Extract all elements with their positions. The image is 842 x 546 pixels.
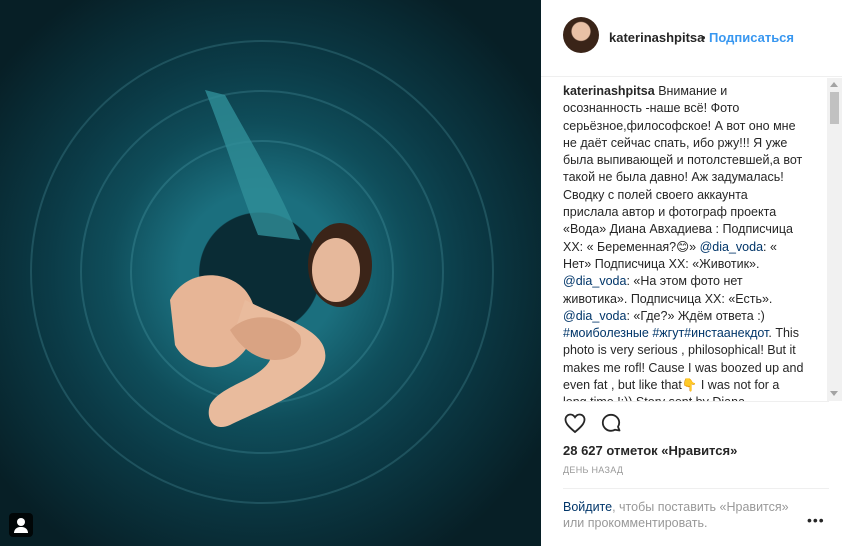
- avatar[interactable]: [563, 17, 599, 53]
- user-tag-icon[interactable]: [9, 513, 33, 537]
- post-details-panel: katerinashpitsa • Подписаться katerinash…: [541, 0, 842, 546]
- comment-icon[interactable]: [599, 411, 623, 435]
- mention-link[interactable]: @dia_voda: [700, 240, 763, 254]
- caption-scrollbar[interactable]: [827, 78, 842, 401]
- post-photo[interactable]: [0, 0, 541, 546]
- heart-icon[interactable]: [563, 411, 587, 435]
- hashtag-links[interactable]: #моиболезные #жгут#инстаанекдот: [563, 326, 768, 340]
- divider: [563, 401, 829, 402]
- swimmer-figure: [170, 90, 372, 428]
- caption-text: katerinashpitsa Внимание и осознанность …: [563, 83, 805, 401]
- divider: [563, 488, 829, 489]
- separator-dot: •: [701, 30, 706, 45]
- scroll-thumb[interactable]: [830, 92, 839, 124]
- caption-scroll-area[interactable]: katerinashpitsa Внимание и осознанность …: [563, 83, 805, 401]
- caption-part1: Внимание и осознанность -наше всё! Фото …: [563, 84, 803, 254]
- login-link[interactable]: Войдите: [563, 500, 612, 514]
- caption-username[interactable]: katerinashpitsa: [563, 84, 655, 98]
- caption-part4: : «Где?» Ждём ответа :): [626, 308, 765, 323]
- post-time[interactable]: ДЕНЬ НАЗАД: [563, 465, 623, 475]
- more-options-icon[interactable]: •••: [807, 512, 825, 528]
- login-prompt: Войдите, чтобы поставить «Нравится» или …: [563, 499, 803, 531]
- follow-button[interactable]: Подписаться: [709, 30, 794, 45]
- scroll-up-arrow-icon[interactable]: [830, 82, 838, 87]
- post-header: katerinashpitsa • Подписаться: [541, 0, 842, 77]
- scroll-down-arrow-icon[interactable]: [830, 391, 838, 396]
- mention-link[interactable]: @dia_voda: [563, 309, 626, 323]
- mention-link[interactable]: @dia_voda: [563, 274, 626, 288]
- likes-count[interactable]: 28 627 отметок «Нравится»: [563, 443, 737, 458]
- header-username[interactable]: katerinashpitsa: [609, 30, 704, 45]
